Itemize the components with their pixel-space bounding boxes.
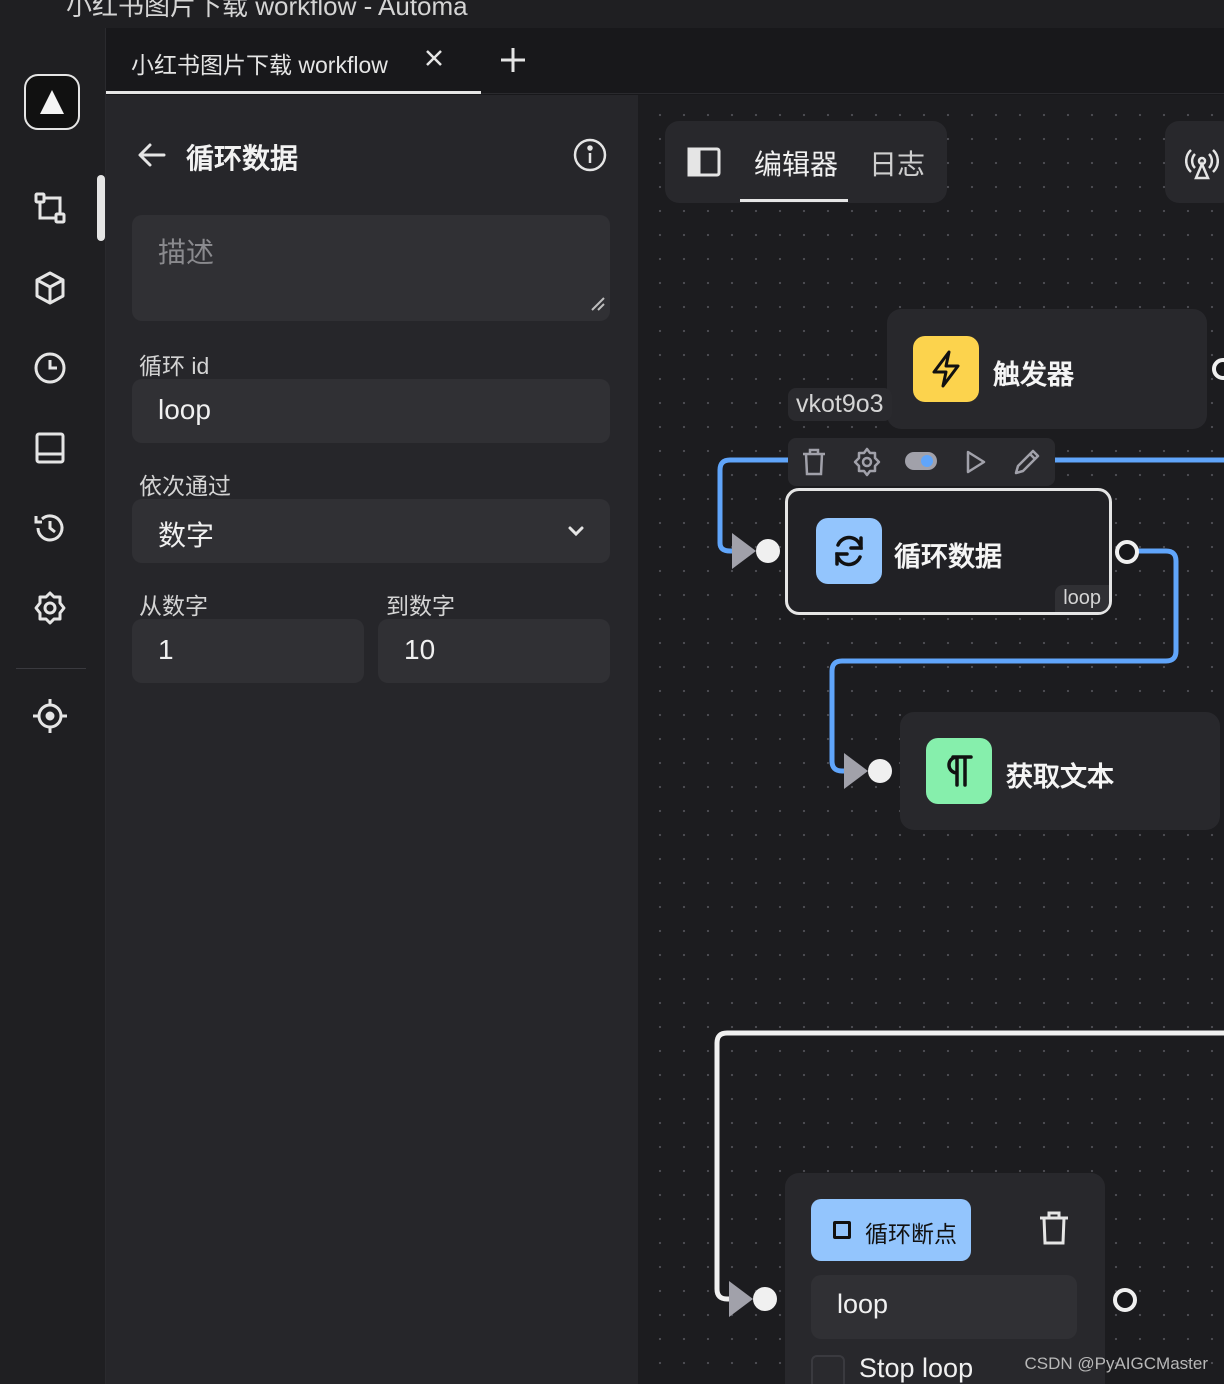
tab-bar: 小红书图片下载 workflow: [106, 28, 1224, 94]
editor-toolbar: 编辑器 日志: [665, 121, 947, 203]
window-title: 小红书图片下载 workflow - Automa: [66, 0, 468, 21]
rail-divider: [16, 668, 86, 669]
loop-through-value: 数字: [158, 520, 215, 551]
sidebar-rail: [0, 28, 106, 1384]
trigger-node-label: 触发器: [993, 360, 1074, 390]
breakpoint-button-label: 循环断点: [865, 1221, 957, 1247]
description-textarea[interactable]: 描述: [132, 215, 610, 321]
broadcast-icon: [1185, 149, 1219, 180]
edit-pencil-icon[interactable]: [1012, 447, 1042, 482]
loop-through-select[interactable]: 数字: [132, 499, 610, 563]
node-toolbar: [788, 438, 1055, 486]
window-titlebar: 小红书图片下载 workflow - Automa: [0, 0, 1224, 28]
close-icon[interactable]: [422, 46, 446, 75]
toggle-switch-icon[interactable]: [904, 450, 938, 477]
loop-output-handle[interactable]: [1112, 537, 1142, 567]
text-input-handle[interactable]: [842, 751, 894, 791]
loop-input-handle[interactable]: [730, 531, 782, 571]
description-placeholder: 描述: [158, 237, 215, 268]
loop-breakpoint-node[interactable]: 循环断点 loop Stop loop: [785, 1173, 1105, 1384]
tab-workflow[interactable]: 小红书图片下载 workflow: [106, 28, 481, 94]
breakpoint-input-handle[interactable]: [727, 1279, 779, 1319]
loop-through-label: 依次通过: [139, 473, 231, 499]
panel-title: 循环数据: [186, 143, 299, 174]
loop-id-value: loop: [158, 394, 211, 425]
get-text-node-label: 获取文本: [1006, 762, 1114, 792]
block-id-tag: vkot9o3: [788, 388, 892, 421]
chevron-down-icon: [566, 521, 586, 546]
breakpoint-loop-id-value: loop: [837, 1289, 889, 1319]
loop-id-badge: loop: [1055, 585, 1109, 612]
tab-editor[interactable]: 编辑器: [754, 143, 838, 183]
from-number-label: 从数字: [139, 593, 208, 619]
refresh-loop-icon: [816, 518, 882, 584]
stop-loop-checkbox[interactable]: [811, 1355, 845, 1384]
schedule-clock-icon[interactable]: [30, 348, 70, 388]
play-icon[interactable]: [962, 447, 988, 482]
tab-label: 小红书图片下载 workflow: [131, 52, 388, 78]
info-icon[interactable]: [572, 137, 608, 178]
settings-gear-icon[interactable]: [852, 447, 882, 482]
to-number-label: 到数字: [386, 593, 455, 619]
loop-data-node[interactable]: 循环数据 loop: [785, 488, 1112, 615]
lightning-icon: [913, 336, 979, 402]
breakpoint-loop-id-input[interactable]: loop: [811, 1275, 1077, 1339]
watermark: CSDN @PyAIGCMaster: [1024, 1354, 1208, 1373]
delete-trash-icon[interactable]: [800, 447, 828, 482]
active-tab-underline: [740, 199, 848, 202]
workflow-canvas[interactable]: 编辑器 日志 触发器 vkot9o3 循环数据 loop 获取文本 循环断点 l…: [638, 95, 1224, 1384]
loop-id-input[interactable]: loop: [132, 379, 610, 443]
workflows-icon[interactable]: [30, 188, 70, 228]
block-settings-panel: 循环数据 描述 循环 id loop 依次通过 数字 从数字 到数字 1 10: [106, 95, 638, 1384]
loop-node-label: 循环数据: [894, 542, 1002, 572]
broadcast-button[interactable]: [1165, 121, 1224, 203]
resize-handle-icon[interactable]: [588, 294, 606, 317]
loop-breakpoint-button[interactable]: 循环断点: [811, 1199, 971, 1261]
from-number-value: 1: [158, 634, 174, 665]
back-arrow-icon[interactable]: [136, 139, 168, 176]
history-icon[interactable]: [30, 508, 70, 548]
new-tab-plus-icon[interactable]: [498, 45, 528, 80]
automa-logo[interactable]: [24, 74, 80, 130]
from-number-input[interactable]: 1: [132, 619, 364, 683]
settings-gear-icon[interactable]: [30, 588, 70, 628]
packages-cube-icon[interactable]: [30, 268, 70, 308]
get-text-node[interactable]: 获取文本: [900, 712, 1220, 830]
square-stop-icon: [833, 1221, 851, 1239]
storage-icon[interactable]: [30, 428, 70, 468]
to-number-input[interactable]: 10: [378, 619, 610, 683]
trigger-node[interactable]: 触发器: [887, 309, 1207, 429]
to-number-value: 10: [404, 634, 436, 665]
trigger-output-handle[interactable]: [1210, 356, 1224, 382]
tab-logs[interactable]: 日志: [869, 143, 925, 183]
stop-loop-label: Stop loop: [859, 1353, 974, 1383]
delete-trash-icon[interactable]: [1037, 1209, 1071, 1252]
breakpoint-output-handle[interactable]: [1110, 1285, 1140, 1315]
sidebar-toggle-icon[interactable]: [687, 147, 721, 182]
paragraph-icon: [926, 738, 992, 804]
loop-id-label: 循环 id: [139, 353, 210, 379]
rail-active-indicator: [97, 175, 105, 241]
crosshair-target-icon[interactable]: [30, 696, 70, 736]
